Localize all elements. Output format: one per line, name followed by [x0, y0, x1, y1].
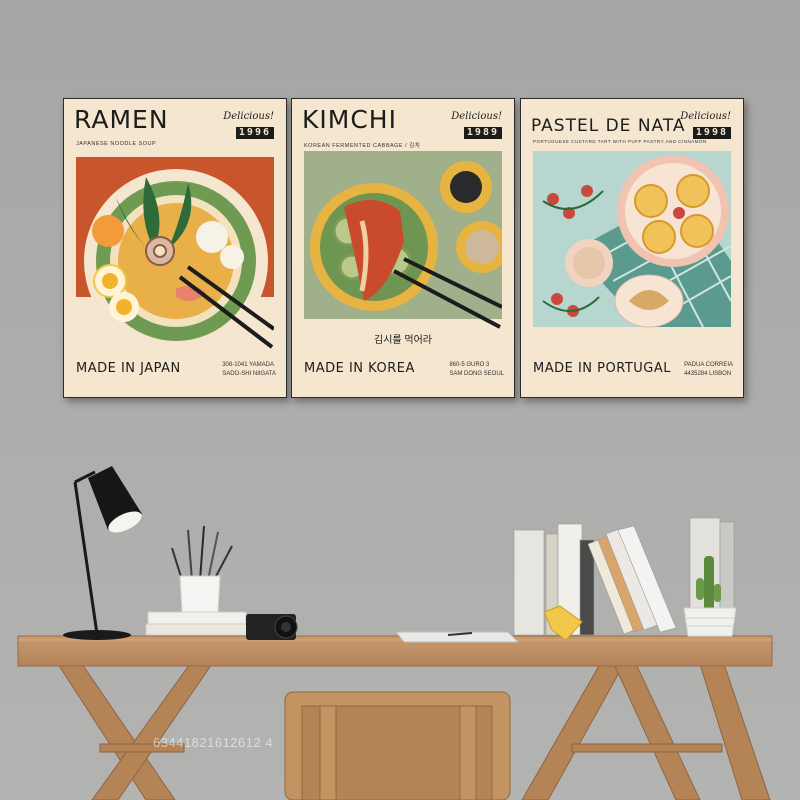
poster-ramen: RAMEN Delicious! 1996 JAPANESE NOODLE SO…	[63, 98, 287, 398]
poster-address: 860-5 GURO 3 SAM DONG SEOUL	[449, 361, 504, 379]
address-line: SADO-SHI NIIGATA	[222, 371, 276, 377]
poster-made-in: MADE IN JAPAN	[76, 361, 181, 376]
poster-subtitle: KOREAN FERMENTED CABBAGE / 김치	[304, 143, 421, 149]
chair	[284, 691, 511, 800]
poster-address: 308-1041 YAMADA SADO-SHI NIIGATA	[222, 361, 276, 379]
poster-subtitle: PORTUGUESE CUSTARD TART WITH PUFF PASTRY…	[533, 139, 707, 144]
room-scene: RAMEN Delicious! 1996 JAPANESE NOODLE SO…	[0, 0, 800, 800]
poster-korean-text: 김시를 먹어라	[374, 335, 432, 346]
poster-address: PADUA CORREIA 4435284 LISBON	[684, 361, 733, 379]
address-line: PADUA CORREIA	[684, 362, 733, 368]
poster-year: 1998	[692, 127, 731, 139]
poster-subtitle: JAPANESE NOODLE SOUP	[76, 141, 157, 147]
address-line: 4435284 LISBON	[684, 371, 732, 377]
address-line: 860-5 GURO 3	[449, 362, 490, 368]
poster-title: RAMEN	[74, 105, 169, 134]
kimchi-illustration	[304, 151, 502, 349]
address-line: SAM DONG SEOUL	[449, 371, 504, 377]
poster-made-in: MADE IN PORTUGAL	[533, 361, 671, 376]
pastel-de-nata-illustration	[533, 151, 731, 349]
poster-title: PASTEL DE NATA	[531, 116, 686, 136]
poster-tagline: Delicious!	[451, 111, 502, 122]
watermark-text: 63441821612612 4	[153, 735, 274, 750]
book-flat	[145, 623, 249, 636]
poster-year: 1996	[235, 127, 274, 139]
poster-made-in: MADE IN KOREA	[304, 361, 415, 376]
poster-year: 1989	[463, 127, 502, 139]
ramen-illustration	[76, 157, 274, 355]
address-line: 308-1041 YAMADA	[222, 362, 275, 368]
poster-kimchi: KIMCHI Delicious! 1989 KOREAN FERMENTED …	[291, 98, 515, 398]
camera	[246, 614, 298, 640]
book-flat	[147, 611, 247, 625]
poster-tagline: Delicious!	[223, 111, 274, 122]
poster-tagline: Delicious!	[680, 111, 731, 122]
poster-title: KIMCHI	[302, 105, 397, 134]
poster-pastel-de-nata: PASTEL DE NATA Delicious! 1998 PORTUGUES…	[520, 98, 744, 398]
